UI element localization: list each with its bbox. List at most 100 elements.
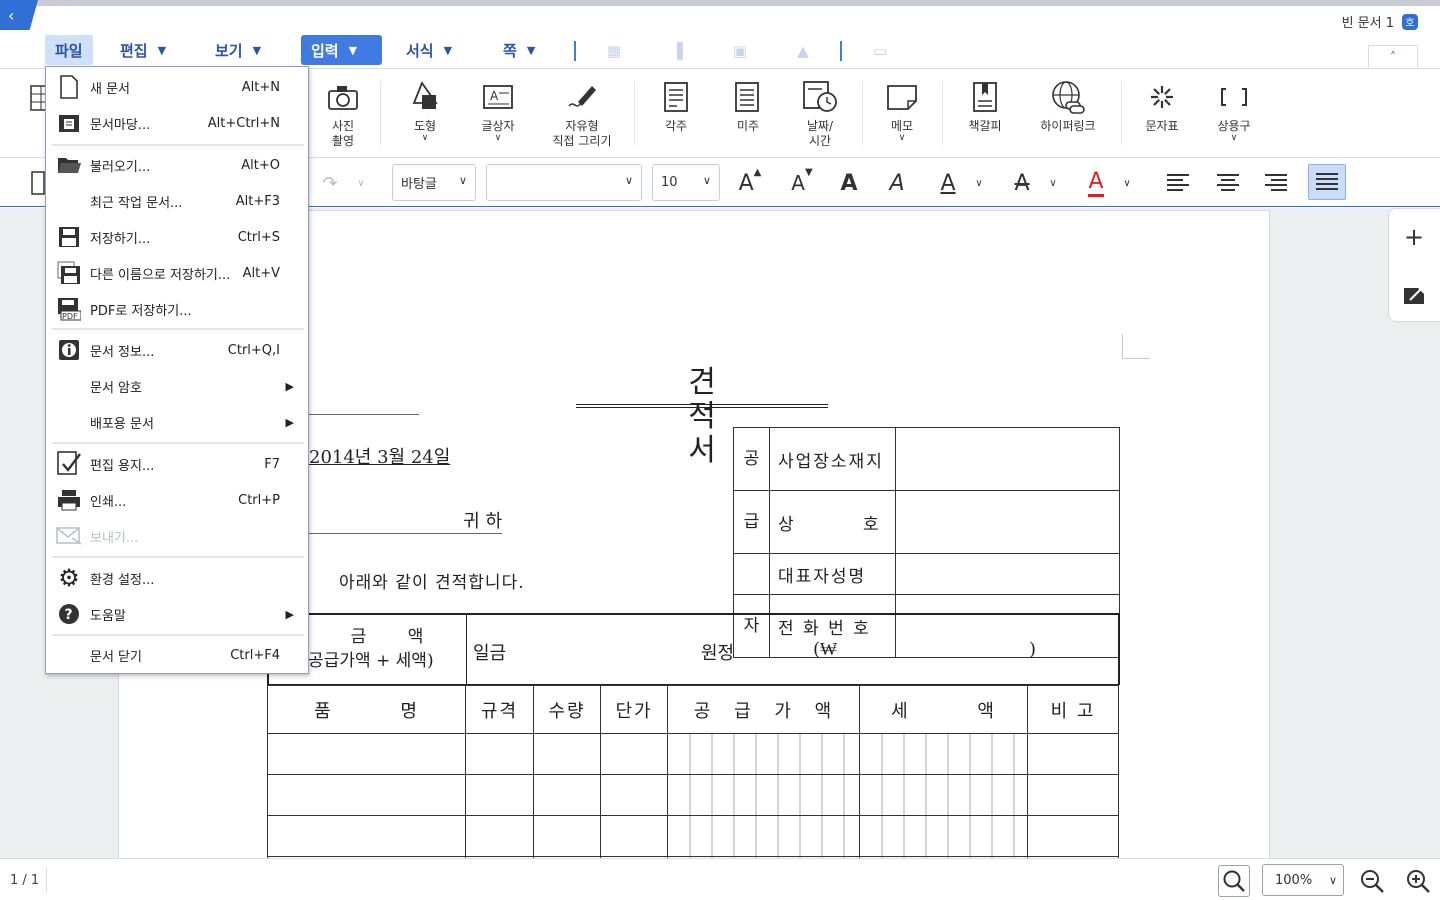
menu-item-preferences[interactable]: ⚙ 환경 설정... [52, 560, 304, 596]
menu-item-doc-info[interactable]: 문서 정보... Ctrl+Q,I [52, 332, 304, 368]
partial-toolbar-icon[interactable] [30, 167, 46, 199]
collapse-ribbon-button[interactable]: ˄ [1368, 45, 1418, 67]
amount-won-open: (₩ [813, 639, 838, 660]
page-setup-icon [56, 451, 82, 477]
supplier-value[interactable] [895, 427, 1120, 491]
zoom-in-button[interactable] [1402, 865, 1434, 897]
menu-item-distribution-doc[interactable]: 배포용 문서 ▶ [52, 404, 304, 440]
tab-insert[interactable]: 입력 ▼ [301, 35, 382, 65]
ribbon-divider [380, 81, 381, 145]
intro-text: 아래와 같이 견적합니다. [339, 573, 525, 593]
image-frame-icon[interactable]: ▣ [731, 42, 749, 60]
align-left-icon[interactable] [1164, 167, 1192, 199]
menu-item-open[interactable]: 불러오기... Alt+O [52, 147, 304, 183]
menu-item-save-as[interactable]: 다른 이름으로 저장하기... Alt+V [52, 255, 304, 291]
chevron-down-icon: ∨ [1328, 874, 1337, 887]
redo-icon[interactable]: ↷ [318, 167, 342, 199]
document-title-area: 빈 문서 1 호 [1342, 12, 1418, 31]
increase-font-size-icon[interactable]: A ▲ [736, 167, 764, 199]
align-justify-icon[interactable] [1308, 164, 1346, 200]
menu-divider [52, 144, 304, 146]
chevron-down-icon[interactable]: ∨ [972, 167, 986, 199]
recipient-honorific: 귀 하 [309, 507, 502, 534]
supplier-value[interactable] [895, 553, 1120, 595]
supplier-key: 대표자성명 [769, 553, 896, 595]
side-tool-panel: + [1388, 208, 1440, 322]
table-row[interactable] [267, 815, 1119, 857]
tab-format[interactable]: 서식 ▼ [396, 35, 462, 65]
tab-file[interactable]: 파일 [45, 35, 93, 65]
footnote-icon [658, 79, 694, 115]
font-color-icon[interactable]: A [1082, 167, 1110, 199]
chevron-down-icon[interactable]: ∨ [1120, 167, 1134, 199]
menu-item-template[interactable]: 문서마당... Alt+Ctrl+N [52, 105, 304, 141]
ribbon-hyperlink[interactable]: 하이퍼링크 [1034, 79, 1102, 134]
ribbon-memo[interactable]: 메모 ∨ [884, 79, 920, 143]
chevron-left-icon: ‹ [8, 5, 15, 25]
ribbon-phrase[interactable]: 상용구 ∨ [1214, 79, 1254, 143]
ribbon-bookmark[interactable]: 책갈피 [965, 79, 1005, 134]
zoom-fit-button[interactable] [1218, 865, 1250, 897]
font-size-select[interactable]: 10 ∨ [652, 164, 720, 201]
freehand-icon [564, 79, 600, 115]
menu-item-send[interactable]: 보내기... [52, 518, 304, 554]
style-select[interactable]: 바탕글 ∨ [392, 164, 476, 201]
menu-item-doc-password[interactable]: 문서 암호 ▶ [52, 368, 304, 404]
menu-item-page-setup[interactable]: 편집 용지... F7 [52, 446, 304, 482]
ribbon-footnote[interactable]: 각주 [658, 79, 694, 134]
menu-item-close-document[interactable]: 문서 닫기 Ctrl+F4 [52, 637, 304, 673]
ribbon-divider [634, 81, 635, 145]
ribbon-shape[interactable]: 도형 ∨ [407, 79, 443, 143]
document-title: 빈 문서 1 [1341, 16, 1394, 31]
amount-unit: 원정 [701, 643, 735, 664]
table-icon[interactable]: ▦ [605, 42, 623, 60]
quote-date: 2014년 3월 24일 [309, 447, 451, 468]
ribbon-datetime[interactable]: 날짜/ 시간 [800, 79, 840, 149]
table-row[interactable] [267, 774, 1119, 816]
page-margin-mark [1122, 334, 1150, 359]
ribbon-camera[interactable]: 사진 촬영 [325, 79, 361, 149]
chart-icon[interactable]: ▐ [668, 42, 686, 60]
menu-item-save[interactable]: 저장하기... Ctrl+S [52, 219, 304, 255]
table-row[interactable] [267, 733, 1119, 775]
back-button[interactable]: ‹ [0, 0, 38, 30]
supplier-side-spacer [733, 553, 770, 595]
align-right-icon[interactable] [1262, 167, 1290, 199]
align-center-icon[interactable] [1214, 167, 1242, 199]
menu-item-new-document[interactable]: 새 문서 Alt+N [52, 69, 304, 105]
chevron-down-icon[interactable]: ∨ [354, 167, 368, 199]
menu-item-save-pdf[interactable]: PDF PDF로 저장하기... [52, 291, 304, 327]
chevron-right-icon: ▶ [285, 379, 294, 393]
supplier-value[interactable] [895, 490, 1120, 554]
zoom-out-button[interactable] [1356, 865, 1388, 897]
shapes-icon[interactable]: ▲ [794, 42, 812, 60]
zoom-in-icon [1407, 870, 1430, 893]
tab-page[interactable]: 쪽 ▼ [493, 35, 545, 65]
total-amount-box: 계 금 액 (공급가액 + 세액) 일금 원정 (₩ ) [267, 613, 1120, 685]
font-select[interactable]: ∨ [486, 164, 642, 201]
strikethrough-icon[interactable]: A [1010, 167, 1034, 199]
add-icon[interactable]: + [1400, 223, 1428, 251]
new-document-icon [56, 74, 82, 100]
italic-icon[interactable]: A [886, 167, 908, 199]
chevron-down-icon: ▼ [157, 43, 167, 57]
menu-item-recent[interactable]: 최근 작업 문서... Alt+F3 [52, 183, 304, 219]
ribbon-endnote[interactable]: 미주 [730, 79, 766, 134]
underline-icon[interactable]: A [936, 167, 960, 199]
ribbon-freehand[interactable]: 자유형 직접 그리기 [548, 79, 616, 149]
ribbon-symbol[interactable]: 문자표 [1140, 79, 1184, 134]
supplier-key: 상 호 [769, 490, 896, 554]
menu-divider [840, 41, 842, 61]
chevron-down-icon: ▼ [443, 43, 453, 57]
menu-item-help[interactable]: ? 도움말 ▶ [52, 596, 304, 632]
decrease-font-size-icon[interactable]: A ▼ [788, 167, 816, 199]
menu-item-print[interactable]: 인쇄... Ctrl+P [52, 482, 304, 518]
tab-edit[interactable]: 편집 ▼ [110, 35, 176, 65]
pen-edit-icon[interactable] [1400, 281, 1428, 309]
chevron-down-icon[interactable]: ∨ [1046, 167, 1060, 199]
tab-view[interactable]: 보기 ▼ [205, 35, 271, 65]
window-icon[interactable]: ▭ [871, 42, 889, 60]
bold-icon[interactable]: A [838, 167, 860, 199]
zoom-select[interactable]: 100% ∨ [1262, 864, 1344, 896]
ribbon-textbox[interactable]: A 글상자 ∨ [478, 79, 518, 143]
